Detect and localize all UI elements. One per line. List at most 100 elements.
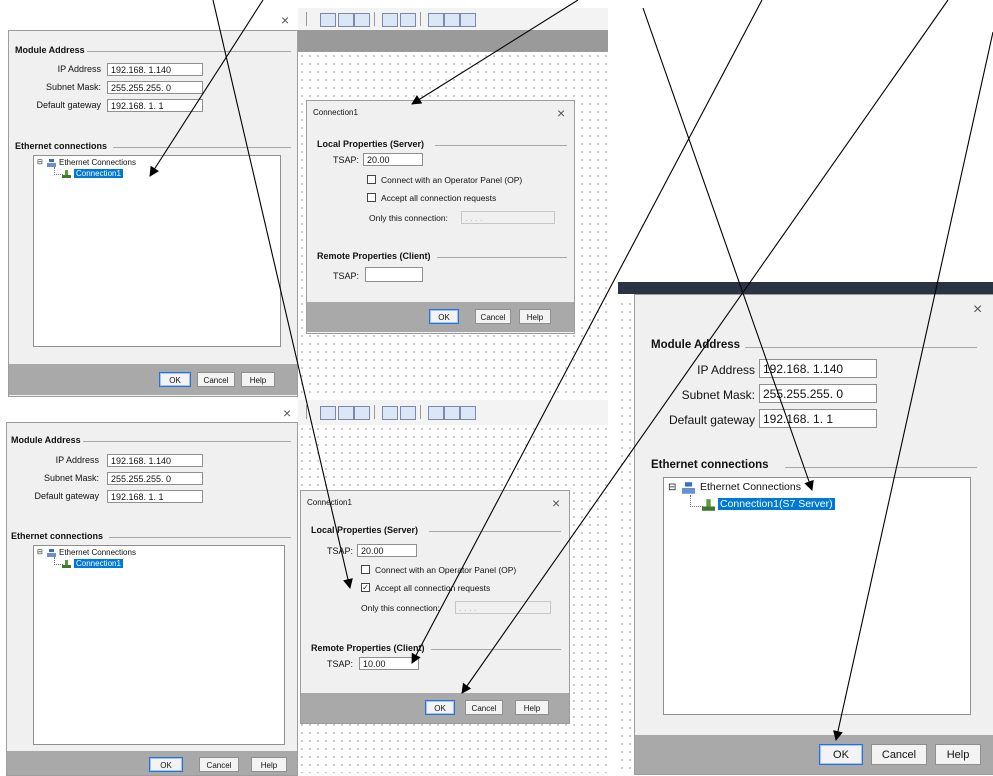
- close-icon[interactable]: ×: [552, 496, 560, 510]
- help-button[interactable]: Help: [241, 372, 275, 387]
- tsap-label: TSAP:: [326, 546, 353, 556]
- toolbar-icon[interactable]: [460, 406, 476, 420]
- default-gateway-label: Default gateway: [36, 100, 101, 110]
- connection-icon: [62, 170, 71, 178]
- remote-tsap-label: TSAP:: [326, 659, 353, 669]
- toolbar-icon[interactable]: [444, 13, 460, 27]
- tree-expand-icon[interactable]: ⊟: [37, 548, 43, 556]
- module-address-title: Module Address: [15, 45, 85, 55]
- remote-tsap-field[interactable]: [365, 267, 423, 282]
- big-panel-titlebar-strip: [618, 282, 993, 294]
- toolbar-icon[interactable]: [460, 13, 476, 27]
- module-properties-panel-large: × Module Address IP Address 192.168. 1.1…: [634, 294, 993, 775]
- operator-panel-checkbox[interactable]: [367, 175, 376, 184]
- accept-all-checkbox[interactable]: [367, 193, 376, 202]
- toolbar-icon[interactable]: [382, 13, 398, 27]
- tree-item-connection1[interactable]: Connection1: [74, 559, 123, 568]
- tree-root-ethernet-connections[interactable]: Ethernet Connections: [59, 158, 136, 167]
- accept-all-checkbox[interactable]: ✓: [361, 583, 370, 592]
- ok-button[interactable]: OK: [425, 700, 455, 715]
- ok-button[interactable]: OK: [149, 757, 183, 772]
- toolbar-icon[interactable]: [444, 406, 460, 420]
- ip-address-label: IP Address: [55, 455, 99, 465]
- toolbar-icon[interactable]: [320, 406, 336, 420]
- cancel-button[interactable]: Cancel: [199, 757, 239, 772]
- default-gateway-field[interactable]: 192.168. 1. 1: [759, 409, 877, 428]
- dialog-footer: OK Cancel Help: [635, 735, 993, 774]
- tsap-field[interactable]: 20.00: [357, 544, 417, 557]
- only-this-connection-label: Only this connection:: [361, 603, 440, 613]
- editor-canvas-right-edge: [618, 300, 634, 773]
- toolbar-icon[interactable]: [354, 13, 370, 27]
- module-address-title: Module Address: [11, 435, 81, 445]
- subnet-mask-field[interactable]: 255.255.255. 0: [107, 81, 203, 94]
- editor-band-top: [298, 30, 608, 52]
- ip-address-field[interactable]: 192.168. 1.140: [107, 454, 203, 467]
- toolbar-icon[interactable]: [354, 406, 370, 420]
- help-button[interactable]: Help: [251, 757, 287, 772]
- network-icon: [47, 159, 56, 167]
- default-gateway-label: Default gateway: [668, 413, 755, 427]
- toolbar-icon[interactable]: [400, 406, 416, 420]
- cancel-button[interactable]: Cancel: [197, 372, 235, 387]
- tree-item-connection1-s7-server[interactable]: Connection1(S7 Server): [718, 498, 835, 510]
- tree-item-connection1[interactable]: Connection1: [74, 169, 123, 178]
- connections-tree[interactable]: ⊟ Ethernet Connections Connection1: [33, 155, 281, 347]
- close-icon[interactable]: ×: [973, 302, 982, 318]
- ok-button[interactable]: OK: [819, 744, 863, 765]
- accept-all-label: Accept all connection requests: [381, 193, 497, 203]
- connections-tree[interactable]: ⊟ Ethernet Connections Connection1(S7 Se…: [663, 477, 971, 715]
- subnet-mask-label: Subnet Mask:: [43, 473, 99, 483]
- connections-tree[interactable]: ⊟ Ethernet Connections Connection1: [33, 545, 285, 745]
- module-address-title: Module Address: [651, 339, 741, 351]
- subnet-mask-label: Subnet Mask:: [681, 388, 755, 402]
- dialog-title: Connection1: [313, 108, 358, 117]
- ethernet-connections-title: Ethernet connections: [15, 141, 108, 151]
- toolbar-top: [298, 8, 608, 30]
- ip-address-label: IP Address: [57, 64, 101, 74]
- close-icon[interactable]: ×: [281, 13, 289, 27]
- operator-panel-checkbox[interactable]: [361, 565, 370, 574]
- help-button[interactable]: Help: [935, 744, 981, 765]
- ok-button[interactable]: OK: [429, 309, 459, 324]
- toolbar-icon[interactable]: [338, 13, 354, 27]
- help-button[interactable]: Help: [515, 700, 549, 715]
- local-properties-title: Local Properties (Server): [311, 525, 419, 535]
- help-button[interactable]: Help: [519, 309, 551, 324]
- toolbar-icon[interactable]: [338, 406, 354, 420]
- ok-button[interactable]: OK: [159, 372, 191, 387]
- tree-expand-icon[interactable]: ⊟: [37, 158, 43, 166]
- ip-address-label: IP Address: [697, 363, 755, 377]
- ip-address-field[interactable]: 192.168. 1.140: [759, 359, 877, 378]
- connection-icon: [62, 560, 71, 568]
- subnet-mask-field[interactable]: 255.255.255. 0: [107, 472, 203, 485]
- subnet-mask-field[interactable]: 255.255.255. 0: [759, 384, 877, 403]
- tree-root-ethernet-connections[interactable]: Ethernet Connections: [700, 481, 801, 493]
- close-icon[interactable]: ×: [283, 406, 291, 420]
- cancel-button[interactable]: Cancel: [475, 309, 511, 324]
- toolbar-icon[interactable]: [400, 13, 416, 27]
- remote-tsap-field[interactable]: 10.00: [359, 657, 419, 670]
- connection-icon: [702, 499, 715, 511]
- tree-root-ethernet-connections[interactable]: Ethernet Connections: [59, 548, 136, 557]
- cancel-button[interactable]: Cancel: [465, 700, 503, 715]
- module-properties-panel-top: × Module Address IP Address 192.168. 1.1…: [8, 13, 298, 397]
- default-gateway-field[interactable]: 192.168. 1. 1: [107, 99, 203, 112]
- close-icon[interactable]: ×: [557, 106, 565, 120]
- network-icon: [682, 482, 695, 494]
- toolbar-icon[interactable]: [428, 406, 444, 420]
- dialog-footer: OK Cancel Help: [301, 693, 569, 723]
- toolbar-icon[interactable]: [428, 13, 444, 27]
- tsap-field[interactable]: 20.00: [363, 153, 423, 166]
- remote-tsap-label: TSAP:: [332, 271, 359, 281]
- ip-address-field[interactable]: 192.168. 1.140: [107, 63, 203, 76]
- default-gateway-field[interactable]: 192.168. 1. 1: [107, 490, 203, 503]
- only-this-connection-field[interactable]: . . . .: [461, 211, 555, 224]
- toolbar-icon[interactable]: [382, 406, 398, 420]
- tsap-label: TSAP:: [332, 155, 359, 165]
- cancel-button[interactable]: Cancel: [871, 744, 927, 765]
- tree-expand-icon[interactable]: ⊟: [668, 482, 676, 493]
- only-this-connection-field[interactable]: . . . .: [455, 601, 551, 614]
- connection-dialog-top: Connection1 × Local Properties (Server) …: [306, 100, 575, 334]
- toolbar-icon[interactable]: [320, 13, 336, 27]
